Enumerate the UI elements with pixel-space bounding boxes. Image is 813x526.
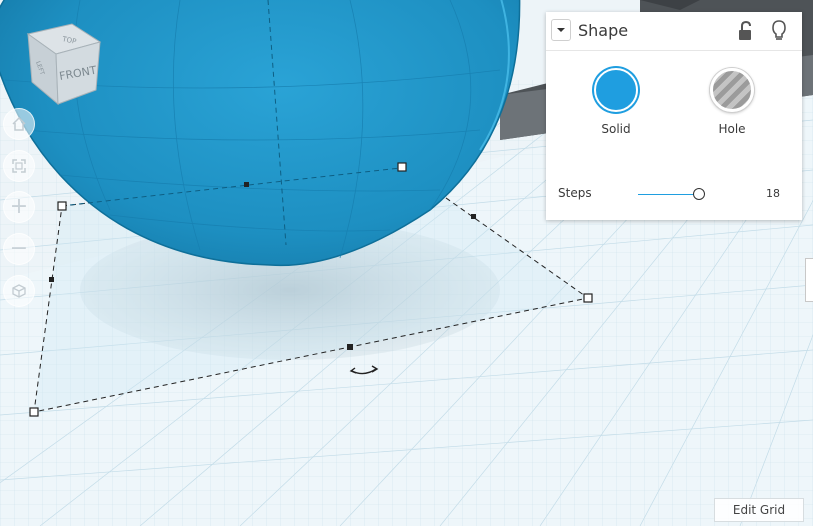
hole-option[interactable]: Hole — [702, 68, 762, 136]
solid-option[interactable]: Solid — [586, 68, 646, 136]
panel-title: Shape — [578, 21, 629, 40]
fit-view-button[interactable] — [3, 150, 35, 182]
hole-label: Hole — [718, 122, 746, 136]
side-panel-tab[interactable] — [805, 258, 813, 302]
view-cube[interactable]: TOP FRONT LEFT — [22, 20, 108, 110]
unlock-icon[interactable] — [737, 20, 753, 45]
cube-icon — [12, 284, 26, 298]
zoom-in-button[interactable]: + — [3, 191, 35, 223]
hole-swatch[interactable] — [710, 68, 754, 112]
minus-icon: − — [9, 236, 29, 261]
solid-label: Solid — [601, 122, 631, 136]
steps-control: Steps 18 — [546, 182, 802, 206]
fit-all-icon — [12, 159, 26, 173]
solid-color-swatch[interactable] — [594, 68, 638, 112]
rotate-handle-icon[interactable] — [348, 362, 380, 382]
caret-down-icon — [557, 28, 565, 32]
home-view-button[interactable] — [3, 108, 35, 140]
steps-slider-thumb[interactable] — [693, 188, 705, 200]
collapse-panel-button[interactable] — [551, 19, 571, 41]
ortho-view-button[interactable] — [3, 275, 35, 307]
panel-header: Shape — [546, 12, 802, 51]
zoom-out-button[interactable]: − — [3, 233, 35, 265]
shape-inspector-panel: Shape Solid Hole Steps 18 — [546, 12, 802, 220]
lightbulb-icon[interactable] — [771, 20, 787, 46]
steps-value[interactable]: 18 — [766, 187, 780, 200]
plus-icon: + — [9, 194, 29, 219]
steps-slider-track[interactable] — [638, 194, 698, 195]
home-icon — [12, 116, 26, 131]
steps-label: Steps — [558, 186, 592, 200]
edit-grid-button[interactable]: Edit Grid — [714, 498, 804, 522]
